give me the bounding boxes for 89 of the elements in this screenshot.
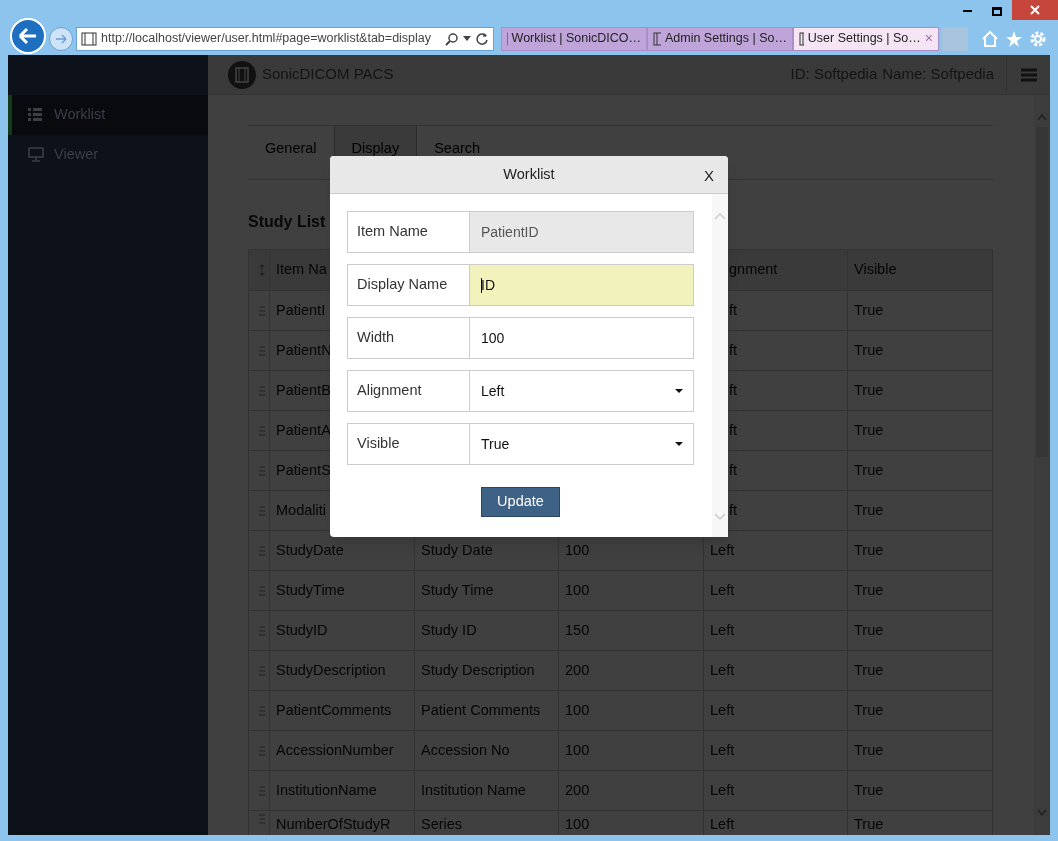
settings-icon[interactable] [1029,29,1047,48]
table-cell-text: Left [710,660,735,680]
film-logo-icon [228,60,256,89]
table-cell-text: NumberOfStudyR [276,815,391,834]
tab-title: Admin Settings | So… [664,30,787,48]
table-cell-text: StudyDate [276,540,344,560]
back-button[interactable] [10,17,46,54]
table-cell-text: Left [710,740,735,760]
home-icon[interactable] [981,29,999,48]
tab-title: Worklist | SonicDICO… [511,30,641,48]
table-cell-text: True [854,300,884,320]
table-cell-text: Patient Comments [421,700,541,720]
search-icon[interactable] [445,31,459,46]
close-icon[interactable] [1012,0,1058,20]
table-cell-text: True [854,420,884,440]
dialog-title: Worklist [503,164,555,184]
browser-tab[interactable]: Worklist | SonicDICO… [501,26,647,51]
update-button[interactable]: Update [481,487,560,517]
table-cell-text: Left [710,815,735,834]
table-cell-text: Study Date [421,540,493,560]
table-cell-text: ft [729,500,738,520]
browser-tab[interactable]: Admin Settings | So… [647,26,793,51]
table-cell-text: InstitutionName [276,780,377,800]
table-cell-text: 150 [565,620,590,640]
table-cell-text: True [854,780,884,800]
table-cell-text: True [854,380,884,400]
back-arrow-icon [18,26,38,45]
table-cell-text: Left [710,780,735,800]
table-cell-text: True [854,460,884,480]
scroll-up-icon[interactable] [1037,113,1047,121]
table-cell-text: 100 [565,580,590,600]
table-cell-text: Modaliti [276,500,326,520]
table-cell-text: ft [729,340,738,360]
section-title: Study List [248,212,326,230]
table-cell-text: True [854,340,884,360]
browser-tab[interactable]: User Settings | So… × [793,26,939,51]
table-cell-text: ft [729,380,738,400]
table-cell-text: Left [710,580,735,600]
table-cell-text: 200 [565,660,590,680]
table-cell-text: PatientA [276,420,331,440]
table-cell-text: Left [710,700,735,720]
forward-arrow-icon [55,33,67,44]
table-cell-text: AccessionNumber [276,740,394,760]
forward-button[interactable] [49,26,73,51]
table-cell-text: 100 [565,700,590,720]
table-cell-text: 200 [565,780,590,800]
table-cell-text: Study Time [421,580,494,600]
close-button[interactable]: X [704,165,714,188]
scroll-down-icon[interactable] [1037,809,1047,817]
table-cell-text: True [854,620,884,640]
table-cell-text: True [854,540,884,560]
monitor-icon [28,147,44,163]
dropdown-arrow-icon[interactable] [675,388,683,394]
list-icon [28,107,44,123]
table-cell-text: Left [710,620,735,640]
table-cell-text: StudyTime [276,580,345,600]
table-cell-text: PatientS [276,460,331,480]
star-icon[interactable] [1005,29,1023,48]
table-cell-text: ft [729,420,738,440]
dropdown-arrow-icon[interactable] [675,441,683,447]
sort-icon[interactable] [259,264,265,276]
table-cell-text: Left [710,540,735,560]
table-cell-text: Study ID [421,620,477,640]
table-cell-text: ft [729,300,738,320]
scrollbar[interactable] [1034,95,1050,835]
table-cell-text: True [854,815,884,834]
table-cell-text: ft [729,460,738,480]
table-cell-text: StudyID [276,620,328,640]
table-cell-text: 100 [565,740,590,760]
tab-title: User Settings | So… [807,30,921,48]
refresh-icon[interactable] [475,31,489,46]
table-cell-text: Series [421,815,463,834]
address-bar[interactable]: http://localhost/viewer/user.html#page=worklist&tab=display [76,26,494,51]
table-cell-text: True [854,500,884,520]
table-cell-text: 100 [565,540,590,560]
table-cell-text: Institution Name [421,780,526,800]
table-cell-text: Study Description [421,660,535,680]
table-cell-text: PatientB [276,380,331,400]
table-cell-text: PatientI [276,300,326,320]
dropdown-icon[interactable] [463,35,471,42]
table-cell-text: True [854,660,884,680]
table-cell-text: True [854,740,884,760]
table-cell-text: Accession No [421,740,510,760]
table-cell-text: StudyDescription [276,660,386,680]
table-cell-text: 100 [565,815,590,834]
url-text: http://localhost/viewer/user.html#page=worklist&tab=display [101,30,433,48]
table-cell-text: True [854,700,884,720]
table-cell-text: True [854,580,884,600]
table-cell-text: PatientComments [276,700,392,720]
